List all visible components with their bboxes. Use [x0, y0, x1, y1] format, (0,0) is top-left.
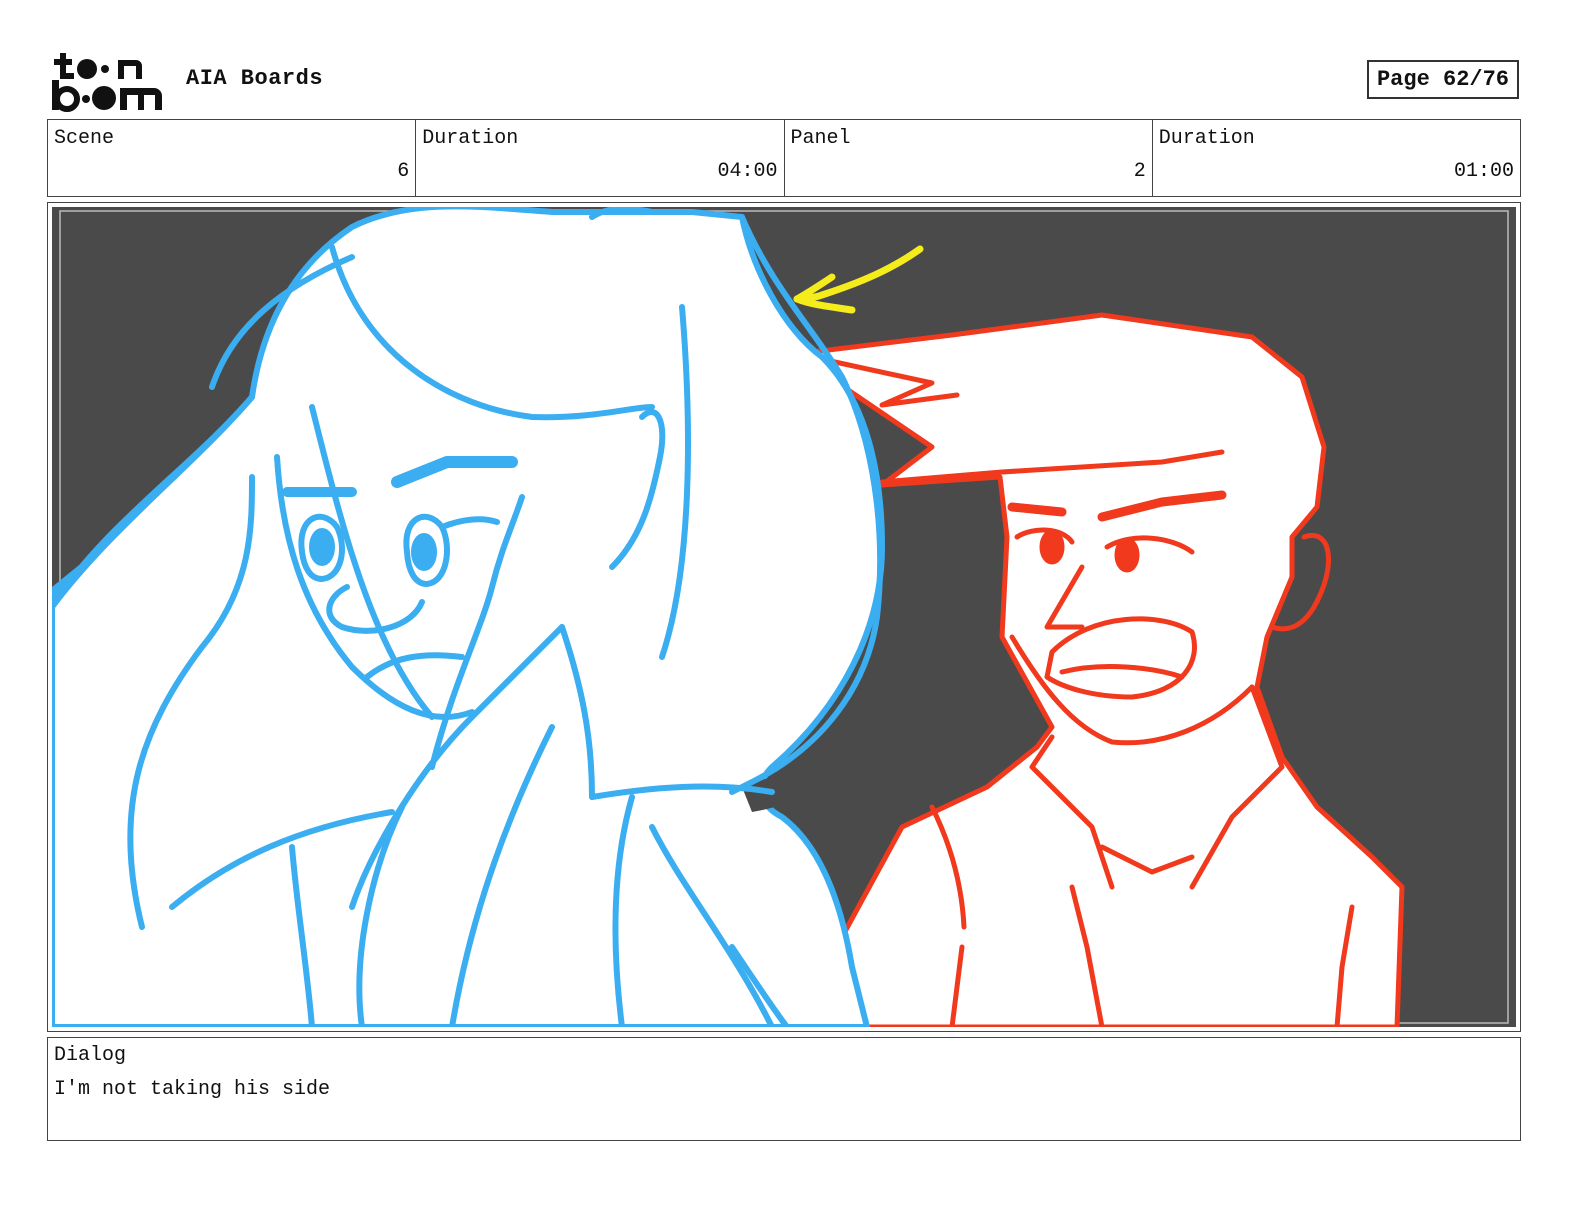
- scene-value: 6: [397, 160, 410, 183]
- page-indicator: Page 62/76: [1367, 60, 1519, 99]
- panel-duration-value: 01:00: [1453, 160, 1514, 183]
- scene-duration-label: Duration: [422, 127, 519, 150]
- storyboard-panel: [47, 202, 1521, 1032]
- dialog-label: Dialog: [54, 1044, 127, 1067]
- panel-value: 2: [1133, 160, 1146, 183]
- toon-boom-logo: [50, 50, 165, 112]
- panel-drawing: [52, 207, 1516, 1027]
- panel-cell: Panel 2: [785, 120, 1153, 196]
- scene-duration-value: 04:00: [717, 160, 778, 183]
- scene-cell: Scene 6: [48, 120, 417, 196]
- panel-info-row: Scene 6 Duration 04:00 Panel 2 Duration …: [47, 119, 1521, 197]
- panel-duration-cell: Duration 01:00: [1153, 120, 1520, 196]
- project-title: AIA Boards: [186, 66, 324, 91]
- dialog-box: Dialog I'm not taking his side: [47, 1037, 1521, 1141]
- panel-duration-label: Duration: [1158, 127, 1255, 150]
- panel-label: Panel: [790, 127, 851, 150]
- scene-duration-cell: Duration 04:00: [416, 120, 785, 196]
- scene-label: Scene: [54, 127, 115, 150]
- dialog-text: I'm not taking his side: [54, 1078, 331, 1101]
